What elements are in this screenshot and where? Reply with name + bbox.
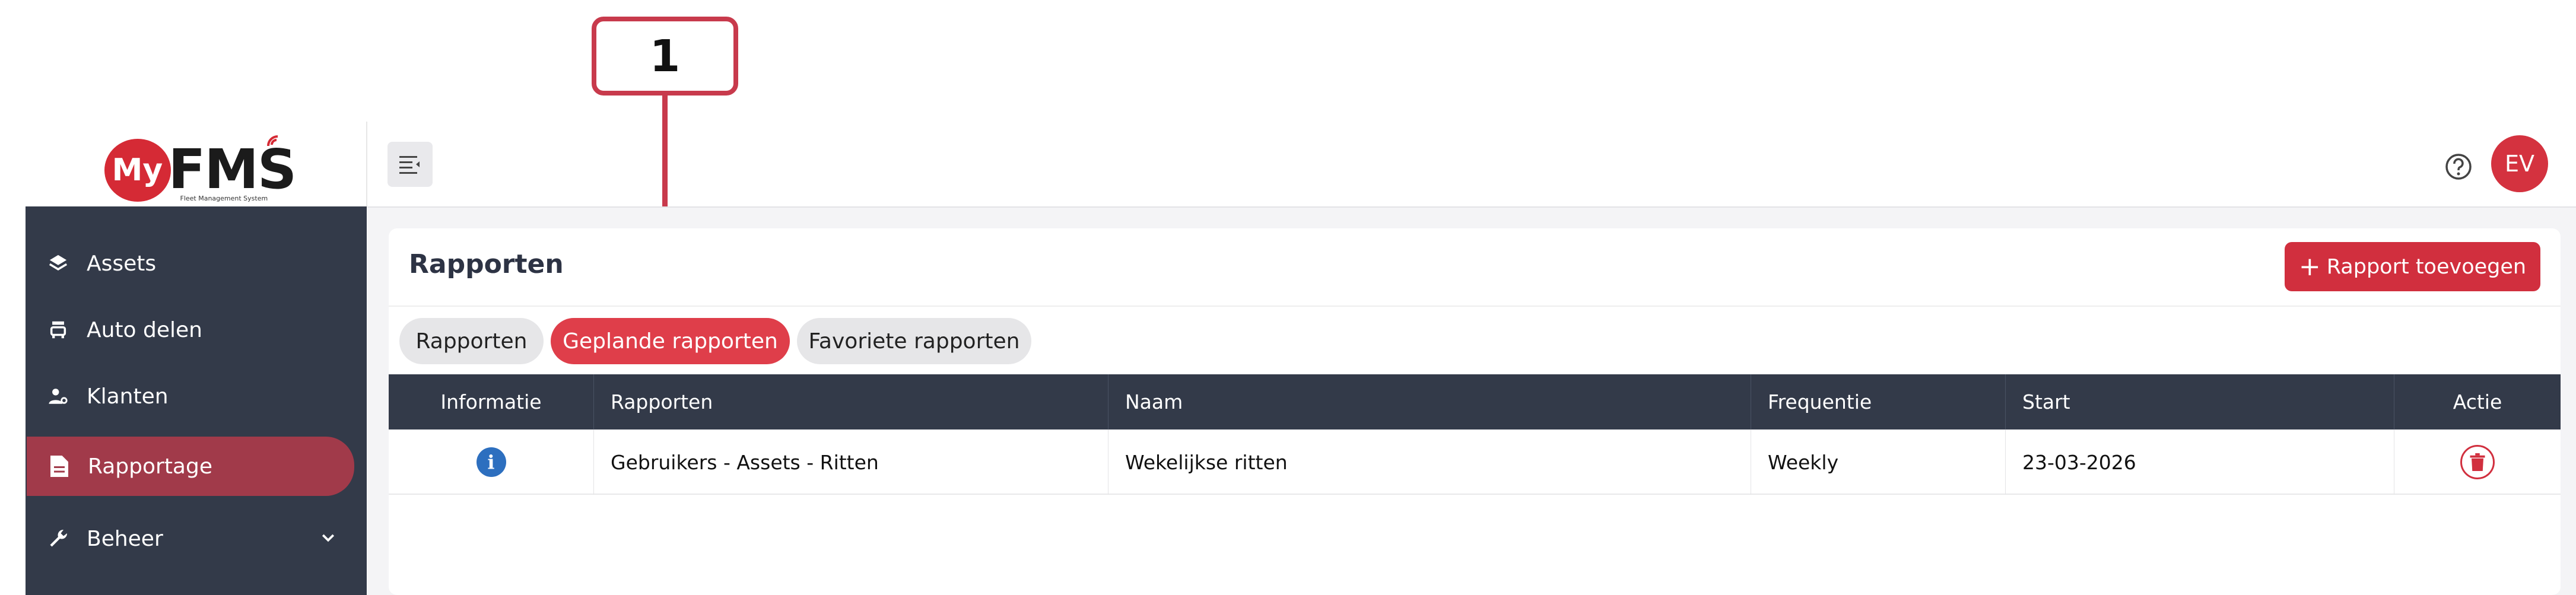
sidebar-item-label: Beheer <box>87 526 163 551</box>
cell-naam: Wekelijkse ritten <box>1108 429 1751 495</box>
tab-rapporten[interactable]: Rapporten <box>399 318 544 364</box>
column-header-start[interactable]: Start <box>2006 374 2394 429</box>
add-report-button[interactable]: + Rapport toevoegen <box>2285 242 2540 291</box>
sidebar-item-label: Klanten <box>87 384 169 409</box>
sidebar: Assets Auto delen Klanten Rapportage Beh… <box>26 206 367 595</box>
page-title: Rapporten <box>409 249 564 279</box>
column-header-actie: Actie <box>2453 390 2502 413</box>
logo: My FMS Fleet Management System <box>104 126 297 203</box>
sidebar-item-auto-delen[interactable]: Auto delen <box>26 300 367 359</box>
sidebar-item-beheer[interactable]: Beheer <box>26 509 367 568</box>
logo-tagline: Fleet Management System <box>180 194 268 202</box>
logo-area[interactable]: My FMS Fleet Management System <box>26 122 367 206</box>
table-row: i Gebruikers - Assets - Ritten Wekelijks… <box>389 429 2561 495</box>
trash-icon <box>2470 453 2485 471</box>
delete-button[interactable] <box>2460 445 2495 479</box>
table-header: Informatie Rapporten Naam Frequentie Sta… <box>389 374 2561 429</box>
document-icon <box>47 454 71 478</box>
sidebar-divider <box>366 122 367 206</box>
sidebar-item-rapportage[interactable]: Rapportage <box>27 437 354 496</box>
menu-collapse-icon <box>399 156 420 174</box>
wrench-icon <box>46 527 70 551</box>
chevron-down-icon[interactable] <box>319 529 337 547</box>
step-number: 1 <box>649 30 681 82</box>
sidebar-item-label: Auto delen <box>87 317 202 342</box>
cell-start: 23-03-2026 <box>2006 429 2394 495</box>
tab-geplande-rapporten[interactable]: Geplande rapporten <box>551 318 790 364</box>
sidebar-item-klanten[interactable]: Klanten <box>26 367 367 426</box>
sidebar-item-label: Assets <box>87 251 157 276</box>
logo-prefix: My <box>104 138 171 202</box>
help-icon[interactable] <box>2445 153 2472 180</box>
cell-rapporten: Gebruikers - Assets - Ritten <box>594 429 1108 495</box>
column-header-rapporten[interactable]: Rapporten <box>594 374 1108 429</box>
sidebar-item-assets[interactable]: Assets <box>26 234 367 293</box>
column-header-frequentie[interactable]: Frequentie <box>1751 374 2006 429</box>
step-callout: 1 <box>592 17 738 96</box>
user-settings-icon <box>46 384 70 408</box>
card-divider <box>389 306 2561 307</box>
layers-icon <box>46 252 70 275</box>
cell-actie <box>2394 429 2561 495</box>
cell-informatie: i <box>389 429 594 495</box>
plus-icon: + <box>2298 252 2321 282</box>
cell-frequentie: Weekly <box>1751 429 2006 495</box>
sidebar-item-label: Rapportage <box>88 454 212 479</box>
tab-favoriete-rapporten[interactable]: Favoriete rapporten <box>797 318 1031 364</box>
column-header-naam[interactable]: Naam <box>1108 374 1751 429</box>
avatar[interactable]: EV <box>2491 135 2548 192</box>
add-report-label: Rapport toevoegen <box>2326 254 2527 279</box>
car-share-icon <box>46 318 70 342</box>
signal-icon <box>266 135 278 146</box>
info-icon[interactable]: i <box>476 447 506 477</box>
menu-toggle-button[interactable] <box>387 142 433 187</box>
column-header-informatie[interactable]: Informatie <box>389 374 594 429</box>
